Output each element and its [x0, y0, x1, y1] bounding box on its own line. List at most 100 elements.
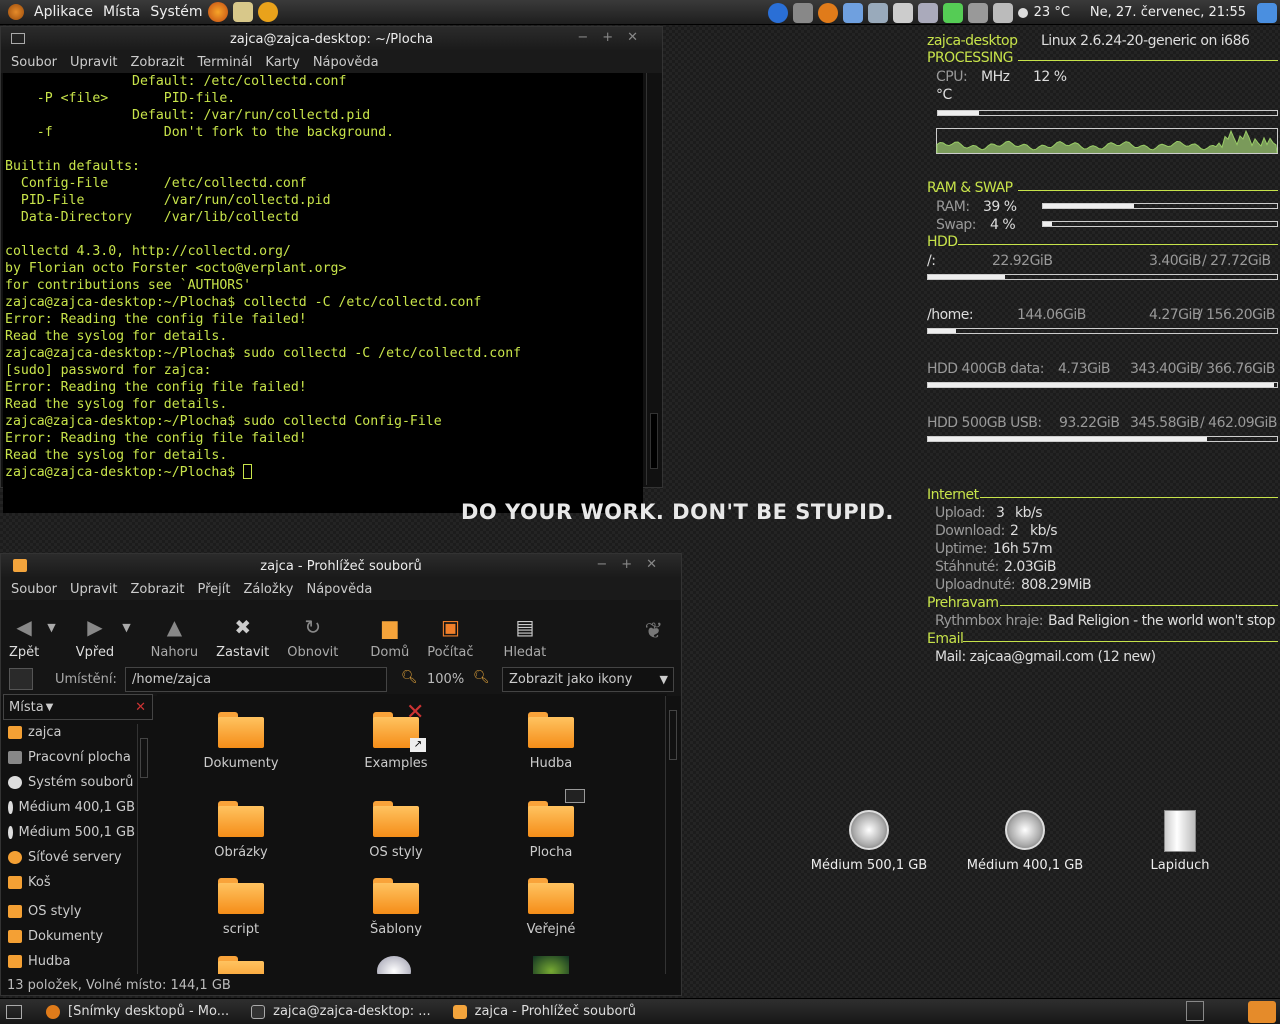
monitor-tray-icon[interactable]: [967, 2, 988, 23]
trash-bin-icon: [1164, 810, 1196, 852]
download-tray-icon[interactable]: [842, 2, 863, 23]
sidebar-item-medium-400[interactable]: Médium 400,1 GB: [3, 795, 135, 820]
close-sidebar-icon[interactable]: ✕: [135, 700, 146, 715]
firefox-tray-icon[interactable]: [817, 2, 838, 23]
sidebar-item-os-styly[interactable]: OS styly: [3, 899, 135, 924]
task-terminal[interactable]: zajca@zajca-desktop: ...: [245, 1001, 437, 1023]
places-menu[interactable]: Místa: [103, 4, 140, 20]
system-menu[interactable]: Systém: [150, 4, 202, 20]
menu-zobrazit[interactable]: Zobrazit: [130, 55, 184, 70]
sidebar-scrollbar[interactable]: [137, 724, 151, 974]
window-controls[interactable]: −+✕: [596, 557, 671, 572]
forward-history-dropdown[interactable]: ▼: [122, 621, 130, 634]
folder-item-hudba[interactable]: Hudba: [491, 712, 611, 771]
disk-500-name: HDD 500GB USB:: [927, 415, 1042, 431]
menu-zalozky[interactable]: Záložky: [243, 582, 293, 597]
sidebar-item-network[interactable]: Síťové servery: [3, 845, 135, 870]
icon-view-scrollbar[interactable]: [665, 696, 681, 974]
file-manager-titlebar[interactable]: zajca - Prohlížeč souborů −+✕: [1, 554, 681, 578]
menu-napoveda[interactable]: Nápověda: [306, 582, 372, 597]
terminal-output[interactable]: Default: /etc/collectd.conf -P <file> PI…: [3, 73, 643, 513]
terminal-menubar: Soubor Upravit Zobrazit Terminál Karty N…: [1, 51, 662, 73]
menu-soubor[interactable]: Soubor: [11, 55, 57, 70]
updates-arrow-icon[interactable]: [1257, 2, 1277, 23]
computer-button[interactable]: ▣ Počítač: [427, 615, 473, 660]
update-tray-icon[interactable]: [942, 2, 963, 23]
ubuntu-logo-icon[interactable]: [8, 4, 24, 20]
menu-karty[interactable]: Karty: [265, 55, 299, 70]
sidebar-item-desktop[interactable]: Pracovní plocha: [3, 745, 135, 770]
search-button[interactable]: ▤ Hledat: [504, 615, 547, 660]
sidebar-item-medium-500[interactable]: Médium 500,1 GB: [3, 820, 135, 845]
up-button[interactable]: ▲ Nahoru: [151, 615, 198, 660]
sidebar-item-trash[interactable]: Koš: [3, 870, 135, 895]
conky-cpu-temp: °C: [936, 87, 952, 103]
terminal-titlebar[interactable]: zajca@zajca-desktop: ~/Plocha −+✕: [1, 27, 662, 51]
window-controls[interactable]: −+✕: [577, 30, 652, 45]
sidebar-item-hudba[interactable]: Hudba: [3, 949, 135, 974]
task-file-manager[interactable]: zajca - Prohlížeč souborů: [447, 1001, 642, 1023]
calendar-tray-icon[interactable]: [892, 2, 913, 23]
clock[interactable]: Ne, 27. červenec, 21:55: [1090, 5, 1246, 20]
sidebar-item-dokumenty[interactable]: Dokumenty: [3, 924, 135, 949]
zoom-level[interactable]: 100%: [427, 672, 464, 687]
workspace-switcher[interactable]: [1186, 1001, 1204, 1021]
menu-terminal[interactable]: Terminál: [197, 55, 252, 70]
menu-upravit[interactable]: Upravit: [70, 582, 117, 597]
notes-tray-icon[interactable]: [917, 2, 938, 23]
desktop-icon-medium-500[interactable]: Médium 500,1 GB: [804, 810, 934, 873]
desktop-icon-medium-400[interactable]: Médium 400,1 GB: [960, 810, 1090, 873]
chevron-down-icon[interactable]: ▼: [46, 702, 54, 713]
zoom-in-icon[interactable]: 🔍︎: [473, 670, 490, 685]
terminal-scrollbar[interactable]: [646, 73, 662, 485]
location-input[interactable]: /home/zajca: [125, 667, 387, 692]
search-icon: ▤: [515, 615, 535, 639]
symlink-arrow-icon: ↗: [410, 738, 426, 752]
folder-item-examples[interactable]: ✕ ↗ Examples: [336, 700, 456, 771]
folder-item-obrazky[interactable]: Obrázky: [181, 801, 301, 860]
home-button[interactable]: ▆ Domů: [370, 615, 409, 660]
icon-view[interactable]: Dokumenty ✕ ↗ Examples Hudba Obrázky OS st…: [157, 694, 667, 974]
sidebar-item-zajca[interactable]: zajca: [3, 720, 135, 745]
terminal-prompt: zajca@zajca-desktop:~/Plocha$: [5, 465, 244, 480]
notes-launcher-icon[interactable]: [232, 2, 253, 22]
toggle-location-icon[interactable]: [9, 668, 33, 690]
menu-soubor[interactable]: Soubor: [11, 582, 57, 597]
image-file-icon[interactable]: [533, 956, 569, 974]
sidebar-item-filesystem[interactable]: Systém souborů: [3, 770, 135, 795]
zoom-out-icon[interactable]: 🔍︎: [401, 670, 418, 685]
trash-applet-icon[interactable]: [1248, 1001, 1276, 1023]
task-screenshots[interactable]: [Snímky desktopů - Mo...: [40, 1001, 235, 1023]
view-mode-select[interactable]: Zobrazit jako ikony ▼: [502, 667, 674, 692]
reload-button[interactable]: ↻ Obnovit: [287, 615, 338, 660]
menu-prejit[interactable]: Přejít: [197, 582, 230, 597]
folder-item-partial[interactable]: [181, 956, 301, 974]
volume-icon[interactable]: [992, 2, 1013, 23]
folder-item-verejne[interactable]: Veřejné: [491, 878, 611, 937]
folder-item-script[interactable]: script: [181, 878, 301, 937]
folder-item-plocha[interactable]: Plocha: [491, 789, 611, 860]
menu-zobrazit[interactable]: Zobrazit: [130, 582, 184, 597]
disc-image-icon[interactable]: [377, 956, 411, 974]
pidgin-tray-icon[interactable]: [867, 2, 888, 23]
folder-icon: [452, 1004, 467, 1019]
applications-menu[interactable]: Aplikace: [34, 4, 93, 20]
network-tray-icon[interactable]: [792, 2, 813, 23]
help-launcher-icon[interactable]: [257, 2, 278, 22]
show-desktop-icon[interactable]: [6, 1004, 22, 1019]
menu-upravit[interactable]: Upravit: [70, 55, 117, 70]
folder-item-sablony[interactable]: Šablony: [336, 878, 456, 937]
temperature[interactable]: 23 °C: [1034, 5, 1070, 20]
stop-button[interactable]: ✖ Zastavit: [216, 615, 269, 660]
desktop-icon-trash[interactable]: Lapiduch: [1115, 810, 1245, 873]
terminal-line: Default: /etc/collectd.conf: [5, 74, 347, 89]
forward-button[interactable]: ▶ Vpřed: [76, 615, 114, 660]
firefox-launcher-icon[interactable]: [207, 2, 228, 22]
back-history-dropdown[interactable]: ▼: [47, 621, 55, 634]
shutdown-icon[interactable]: [767, 2, 788, 23]
folder-item-os-styly[interactable]: OS styly: [336, 801, 456, 860]
folder-item-dokumenty[interactable]: Dokumenty: [181, 712, 301, 771]
back-button[interactable]: ◀ Zpět: [9, 615, 39, 660]
menu-napoveda[interactable]: Nápověda: [313, 55, 379, 70]
file-manager-menubar: Soubor Upravit Zobrazit Přejít Záložky N…: [1, 578, 681, 600]
